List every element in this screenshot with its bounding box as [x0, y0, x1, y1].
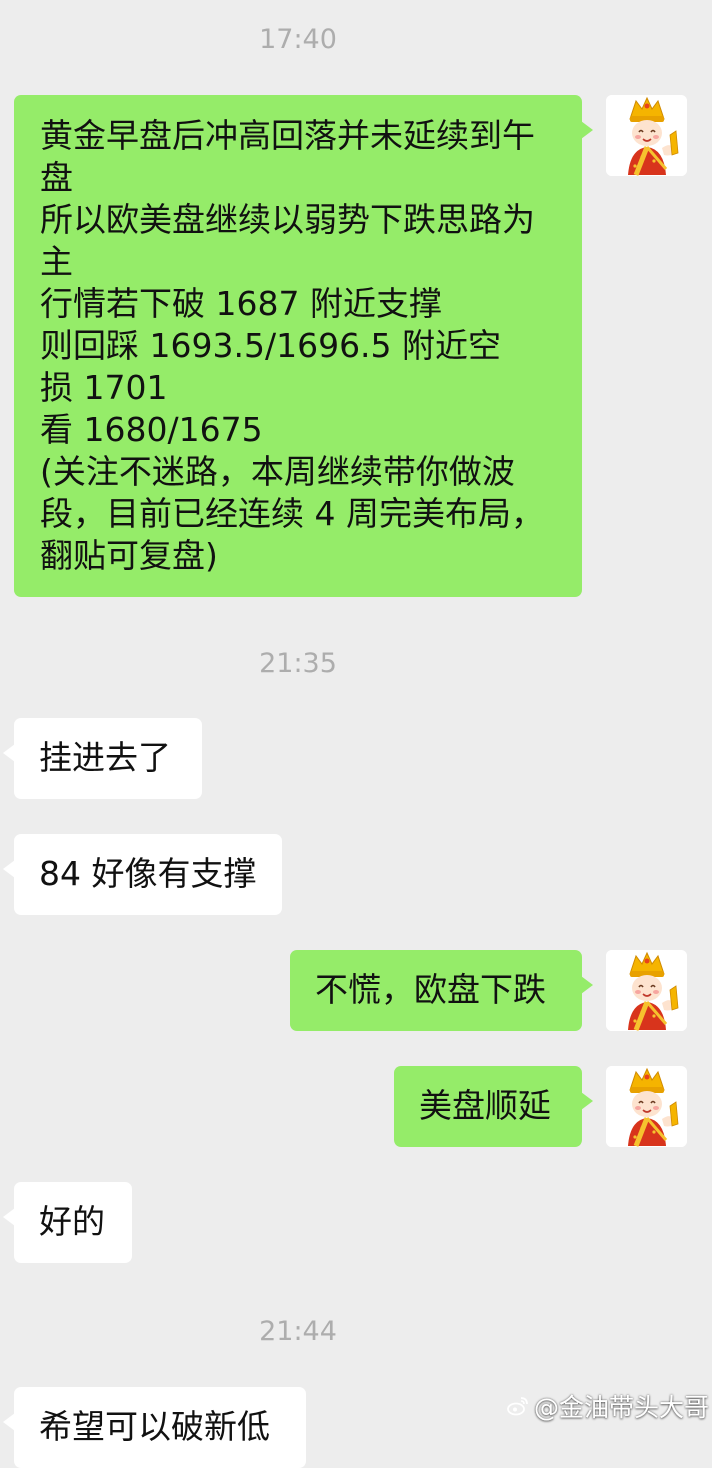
incoming-message-bubble[interactable]: 挂进去了	[3, 718, 202, 799]
timestamp: 21:44	[259, 1316, 337, 1347]
monk-cartoon-avatar-icon	[606, 950, 687, 1031]
outgoing-message-bubble[interactable]: 黄金早盘后冲高回落并未延续到午 盘 所以欧美盘继续以弱势下跌思路为 主 行情若下…	[14, 95, 593, 597]
monk-cartoon-avatar-icon	[606, 95, 687, 176]
avatar[interactable]	[606, 1066, 687, 1147]
incoming-message-bubble[interactable]: 好的	[3, 1182, 132, 1263]
avatar[interactable]	[606, 950, 687, 1031]
outgoing-message-bubble[interactable]: 不慌，欧盘下跌	[290, 950, 593, 1031]
avatar[interactable]	[606, 95, 687, 176]
timestamp: 21:35	[259, 648, 337, 679]
timestamp: 17:40	[259, 24, 337, 55]
outgoing-message-bubble[interactable]: 美盘顺延	[394, 1066, 593, 1147]
watermark-text: @金油带头大哥	[534, 1393, 710, 1422]
weibo-logo-icon	[507, 1397, 528, 1416]
watermark: @金油带头大哥	[506, 1389, 709, 1423]
monk-cartoon-avatar-icon	[606, 1066, 687, 1147]
incoming-message-bubble[interactable]: 希望可以破新低	[3, 1387, 306, 1468]
incoming-message-bubble[interactable]: 84 好像有支撑	[3, 834, 282, 915]
